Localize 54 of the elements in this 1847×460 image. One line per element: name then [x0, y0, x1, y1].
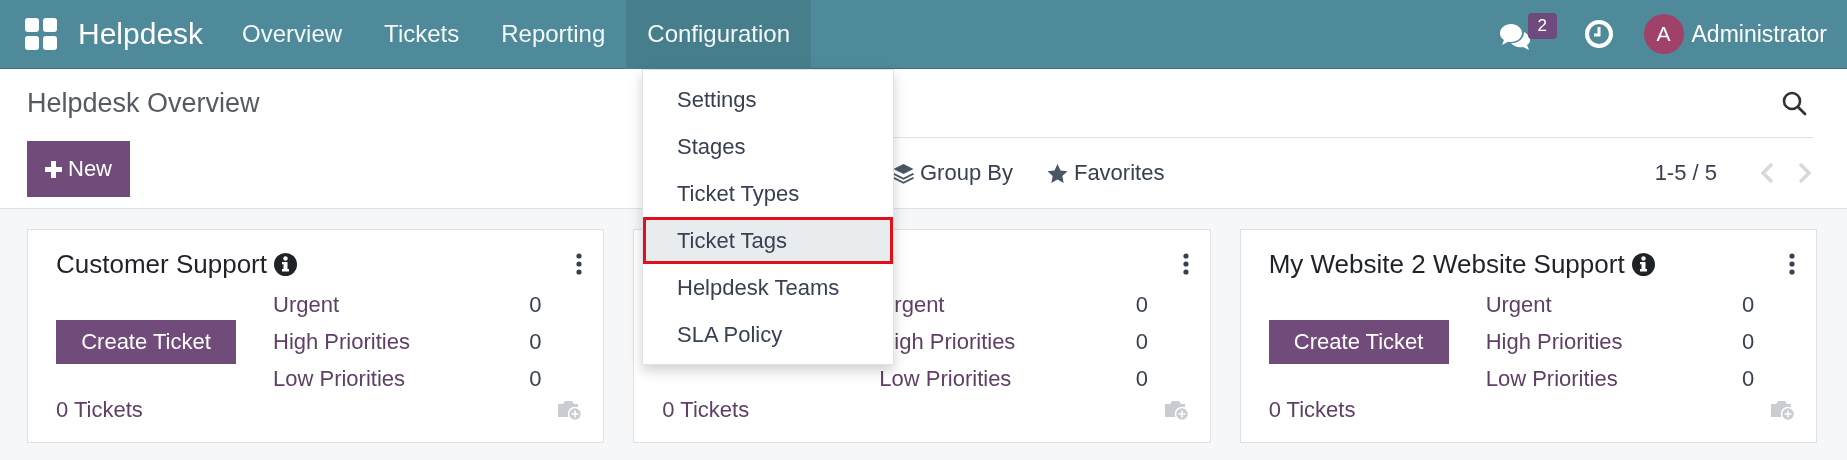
user-avatar[interactable]: A [1643, 14, 1684, 54]
team-name[interactable]: My Website 2 Website Support [1268, 248, 1625, 280]
priority-link[interactable]: Low Priorities [273, 360, 530, 397]
priority-link[interactable]: Low Priorities [1485, 360, 1742, 397]
more-options-icon[interactable] [1181, 253, 1190, 275]
priority-link[interactable]: High Priorities [1485, 323, 1742, 360]
tickets-link[interactable]: 0 Tickets [662, 397, 750, 423]
more-options-icon[interactable] [1788, 253, 1796, 275]
ticket-count: 0 [1135, 291, 1149, 319]
priority-link[interactable]: Low Priorities [879, 360, 1136, 397]
info-icon[interactable] [274, 252, 297, 276]
menu-item[interactable]: Ticket Types [643, 170, 893, 217]
create-ticket-button[interactable]: Create Ticket [56, 319, 236, 364]
priority-link[interactable]: Urgent [1485, 286, 1742, 323]
tickets-link[interactable]: 0 Tickets [56, 397, 143, 423]
ticket-count: 0 [529, 328, 543, 356]
pager-value: 1-5 / 5 [1654, 160, 1717, 186]
menu-item[interactable]: Stages [643, 123, 893, 170]
nav-menu-item[interactable]: Reporting [480, 0, 627, 69]
user-name[interactable]: Administrator [1691, 20, 1827, 48]
star-icon [1046, 162, 1068, 184]
chat-bubbles-icon[interactable] [1497, 22, 1532, 52]
menu-item[interactable]: SLA Policy [643, 311, 893, 358]
create-ticket-button[interactable]: Create Ticket [1268, 319, 1449, 364]
ticket-count: 0 [529, 291, 543, 319]
menu-item[interactable]: Settings [643, 76, 893, 123]
ticket-count: 0 [1135, 365, 1149, 393]
search-icon[interactable] [1781, 90, 1807, 116]
menu-item[interactable]: Ticket Tags [643, 217, 893, 264]
ticket-count: 0 [1135, 328, 1149, 356]
priority-link[interactable]: High Priorities [273, 323, 530, 360]
ticket-count: 0 [1742, 291, 1756, 319]
message-count-badge: 2 [1527, 13, 1557, 39]
search-option[interactable]: Favorites [1046, 160, 1165, 186]
search-option[interactable]: Group By [893, 160, 1013, 186]
layers-icon [893, 162, 914, 184]
nav-menu-item[interactable]: Tickets [363, 0, 481, 69]
ticket-count: 0 [529, 365, 543, 393]
page-title: Helpdesk Overview [27, 88, 260, 119]
new-button[interactable]: New [27, 141, 130, 197]
ticket-count: 0 [1742, 328, 1756, 356]
menu-item[interactable]: Helpdesk Teams [643, 264, 893, 311]
priority-link[interactable]: Urgent [273, 286, 530, 323]
nav-menu-item[interactable]: Overview [221, 0, 364, 69]
nav-menu-item[interactable]: Configuration [626, 0, 812, 69]
tickets-link[interactable]: 0 Tickets [1268, 397, 1356, 423]
team-name[interactable]: Customer Support [56, 248, 267, 280]
plus-icon [45, 160, 62, 178]
app-name[interactable]: Helpdesk [78, 17, 204, 51]
more-options-icon[interactable] [575, 253, 584, 275]
ticket-count: 0 [1742, 365, 1756, 393]
info-icon[interactable] [1631, 252, 1655, 276]
clock-icon[interactable] [1583, 19, 1614, 49]
apps-menu-icon[interactable] [25, 18, 57, 50]
